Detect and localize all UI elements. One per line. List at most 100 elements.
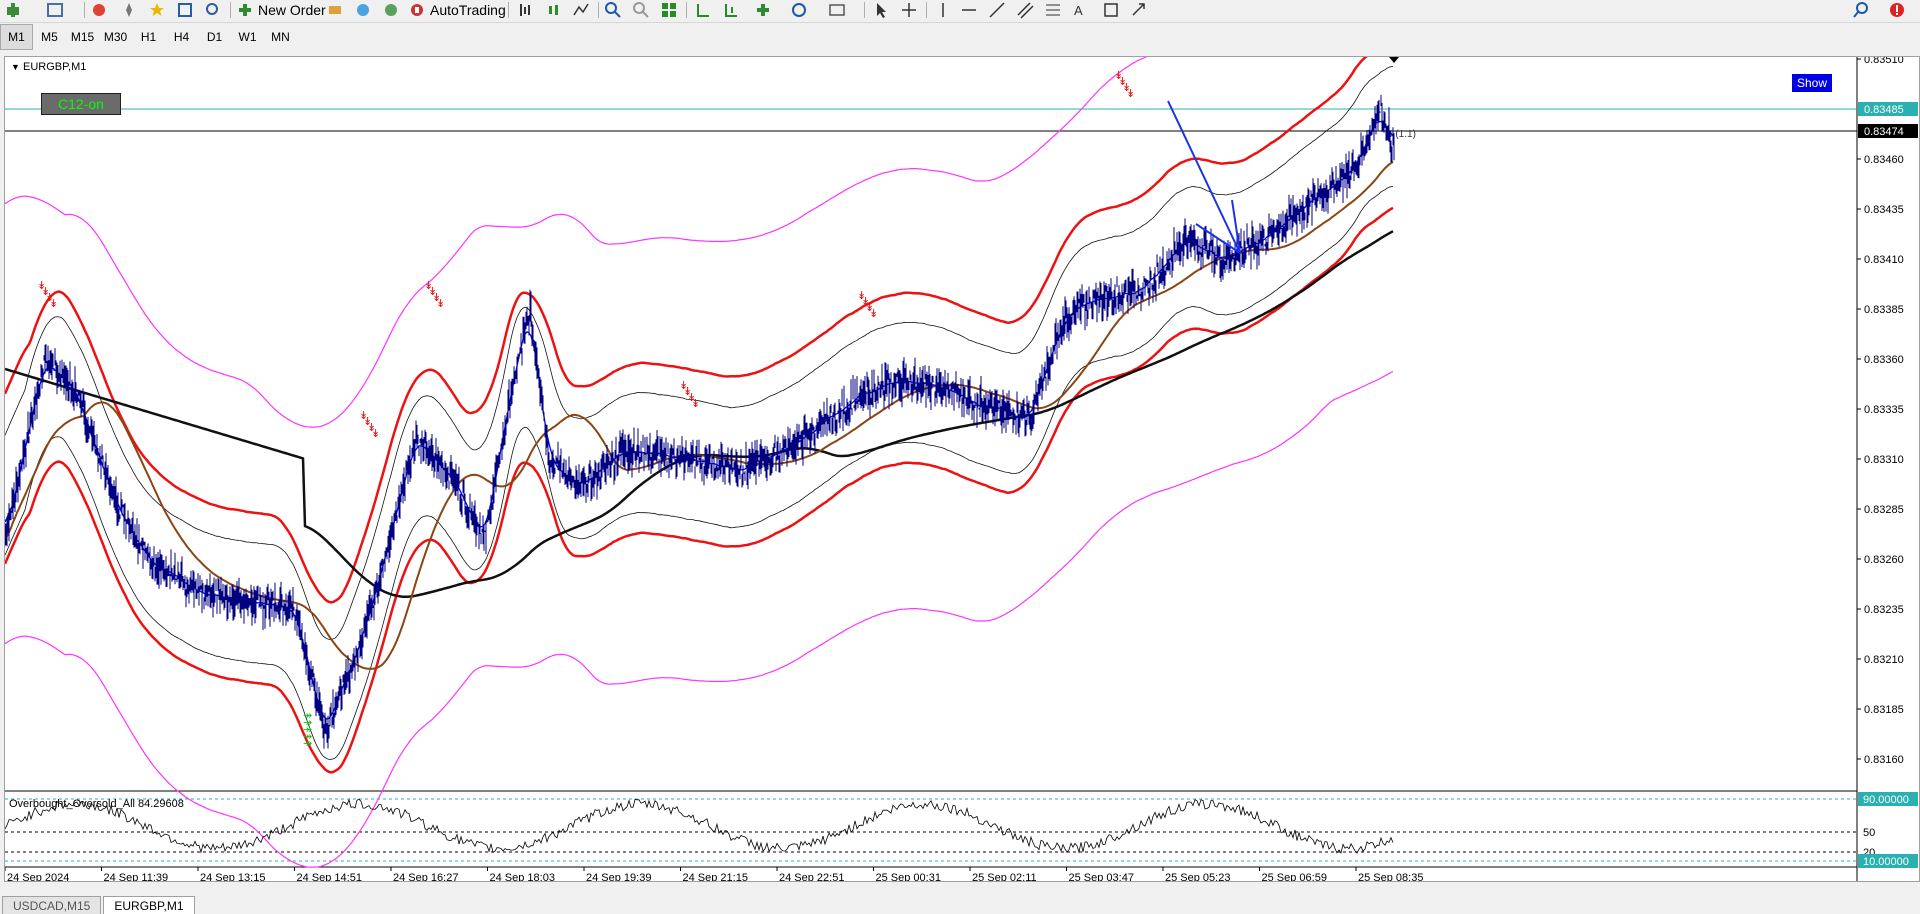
chart-tab-usdcad-m15[interactable]: USDCAD,M15 bbox=[2, 896, 102, 914]
timeframe-m1[interactable]: M1 bbox=[0, 24, 33, 50]
periods-icon[interactable] bbox=[790, 1, 808, 19]
price-bars bbox=[5, 94, 1395, 749]
horizontal-line-icon[interactable] bbox=[960, 1, 978, 19]
channel-icon[interactable] bbox=[1016, 1, 1034, 19]
price-label: 0.83210 bbox=[1864, 654, 1904, 666]
timeframe-w1[interactable]: W1 bbox=[231, 24, 264, 50]
price-label: 0.83460 bbox=[1864, 154, 1904, 166]
zoom-in-icon[interactable] bbox=[604, 1, 622, 19]
arrows-icon[interactable] bbox=[1130, 1, 1148, 19]
sell-signal-arrow: ↡ bbox=[691, 398, 700, 410]
price-label: 0.83260 bbox=[1864, 554, 1904, 566]
indicators-icon[interactable] bbox=[754, 1, 772, 19]
new-chart-icon[interactable] bbox=[4, 1, 22, 19]
autoscroll-icon[interactable] bbox=[694, 1, 712, 19]
sell-signal-arrow: ↡ bbox=[371, 428, 380, 440]
chart-shift-icon[interactable] bbox=[722, 1, 740, 19]
timeframe-h1[interactable]: H1 bbox=[132, 24, 165, 50]
fibonacci-icon[interactable] bbox=[1044, 1, 1062, 19]
chart-tab-eurgbp-m1[interactable]: EURGBP,M1 bbox=[103, 896, 195, 914]
candlestick-icon[interactable] bbox=[544, 1, 562, 19]
price-label: 0.83235 bbox=[1864, 604, 1904, 616]
sell-signal-arrow: ↡ bbox=[436, 298, 445, 310]
sub-level-label: 90.00000 bbox=[1863, 794, 1909, 806]
search-icon[interactable] bbox=[1852, 1, 1870, 19]
chart-tabs: USDCAD,M15 EURGBP,M1 bbox=[0, 896, 195, 914]
time-label: 25 Sep 08:35 bbox=[1358, 872, 1423, 881]
time-label: 24 Sep 19:39 bbox=[586, 872, 651, 881]
price-label: 0.83185 bbox=[1864, 704, 1904, 716]
price-label: 0.83385 bbox=[1864, 304, 1904, 316]
price-label: 0.83510 bbox=[1864, 57, 1904, 66]
time-label: 24 Sep 2024 bbox=[7, 872, 69, 881]
time-label: 25 Sep 06:59 bbox=[1262, 872, 1327, 881]
profiles-icon[interactable] bbox=[46, 1, 64, 19]
chart-window[interactable]: 0.83510 0.83460 0.83435 0.83410 0.83385 0.833… bbox=[4, 56, 1920, 882]
lower-thin-band bbox=[5, 186, 1394, 760]
price-label: 0.83360 bbox=[1864, 354, 1904, 366]
zoom-out-icon[interactable] bbox=[632, 1, 650, 19]
timeframe-h4[interactable]: H4 bbox=[165, 24, 198, 50]
timeframe-m30[interactable]: M30 bbox=[99, 24, 132, 50]
show-button[interactable]: Show bbox=[1791, 73, 1833, 93]
text-icon[interactable]: A bbox=[1074, 1, 1083, 19]
shift-marker-icon bbox=[1389, 57, 1399, 63]
navigator-icon[interactable] bbox=[120, 1, 138, 19]
sell-signal-arrow: ↡ bbox=[49, 298, 58, 310]
autotrading-label: AutoTrading bbox=[430, 2, 506, 18]
drawn-down-arrow bbox=[1167, 100, 1241, 254]
timeframe-m15[interactable]: M15 bbox=[66, 24, 99, 50]
time-label: 24 Sep 11:39 bbox=[104, 872, 169, 881]
price-label: 0.83285 bbox=[1864, 504, 1904, 516]
time-label: 25 Sep 03:47 bbox=[1069, 872, 1134, 881]
price-label: 0.83160 bbox=[1864, 754, 1904, 766]
tester-icon[interactable] bbox=[204, 1, 222, 19]
time-label: 25 Sep 02:11 bbox=[972, 872, 1037, 881]
bar-chart-icon[interactable] bbox=[516, 1, 534, 19]
text-label-icon[interactable] bbox=[1102, 1, 1120, 19]
market-watch-icon[interactable] bbox=[90, 1, 108, 19]
time-label: 24 Sep 16:27 bbox=[393, 872, 458, 881]
crosshair-icon[interactable] bbox=[900, 1, 918, 19]
sub-level-label: 50 bbox=[1863, 827, 1875, 839]
price-label: 0.83435 bbox=[1864, 204, 1904, 216]
time-label: 24 Sep 22:51 bbox=[779, 872, 844, 881]
price-label: 0.83335 bbox=[1864, 404, 1904, 416]
new-order-button[interactable]: New Order bbox=[236, 1, 326, 19]
tile-windows-icon[interactable] bbox=[660, 1, 678, 19]
terminal-icon[interactable] bbox=[176, 1, 194, 19]
line-chart-icon[interactable] bbox=[572, 1, 590, 19]
market-icon[interactable] bbox=[382, 1, 400, 19]
trendline-icon[interactable] bbox=[988, 1, 1006, 19]
time-label: 24 Sep 14:51 bbox=[297, 872, 362, 881]
favorites-icon[interactable] bbox=[148, 1, 166, 19]
current-price-label: 0.83474 bbox=[1864, 126, 1904, 138]
time-label: 24 Sep 21:15 bbox=[683, 872, 748, 881]
time-label: 25 Sep 05:23 bbox=[1165, 872, 1230, 881]
notification-icon[interactable] bbox=[1888, 1, 1906, 19]
timeframe-bar: M1 M5 M15 M30 H1 H4 D1 W1 MN bbox=[0, 24, 297, 52]
price-chart[interactable]: 0.83510 0.83460 0.83435 0.83410 0.83385 0.833… bbox=[5, 57, 1919, 881]
timeframe-m5[interactable]: M5 bbox=[33, 24, 66, 50]
signals-icon[interactable] bbox=[354, 1, 372, 19]
sell-signal-arrow: ↡ bbox=[1126, 88, 1135, 100]
oscillator-line bbox=[5, 798, 1394, 854]
price-label: 0.83310 bbox=[1864, 454, 1904, 466]
c12-indicator-badge[interactable]: C12-on bbox=[41, 93, 121, 115]
main-toolbar: New Order AutoTrading A bbox=[0, 0, 1920, 23]
price-line-label: 0.83485 bbox=[1864, 104, 1904, 116]
sub-level-label: 10.00000 bbox=[1863, 856, 1909, 868]
timeframe-d1[interactable]: D1 bbox=[198, 24, 231, 50]
metaeditor-icon[interactable] bbox=[326, 1, 344, 19]
cursor-icon[interactable] bbox=[872, 1, 890, 19]
templates-icon[interactable] bbox=[828, 1, 846, 19]
timeframe-mn[interactable]: MN bbox=[264, 24, 297, 50]
autotrading-button[interactable]: AutoTrading bbox=[408, 1, 506, 19]
time-label: 24 Sep 13:15 bbox=[200, 872, 265, 881]
symbol-label: ▼ EURGBP,M1 bbox=[11, 61, 87, 73]
symbol-text: EURGBP,M1 bbox=[22, 61, 87, 73]
new-order-label: New Order bbox=[258, 2, 326, 18]
vertical-line-icon[interactable] bbox=[934, 1, 952, 19]
buy-signal-arrow: ↠ bbox=[303, 738, 312, 750]
time-label: 24 Sep 18:03 bbox=[490, 872, 555, 881]
